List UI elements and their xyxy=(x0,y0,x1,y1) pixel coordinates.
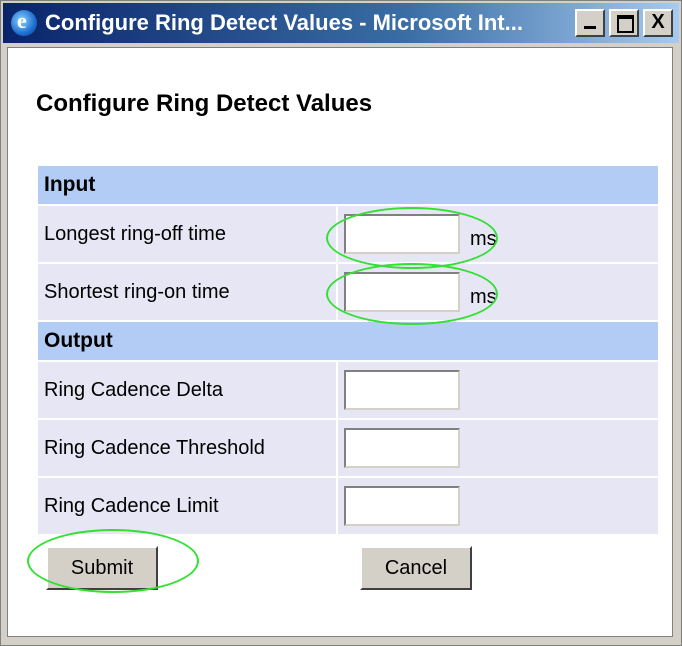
window-controls: X xyxy=(575,9,673,37)
form-row-ring-cadence-threshold: Ring Cadence Threshold xyxy=(38,420,658,478)
close-button[interactable]: X xyxy=(643,9,673,37)
ring-cadence-threshold-input[interactable] xyxy=(344,428,460,468)
cancel-button[interactable]: Cancel xyxy=(360,546,472,590)
ring-detect-form: Input Longest ring-off time ms Shortest … xyxy=(38,166,658,600)
shortest-ring-on-input[interactable] xyxy=(344,272,460,312)
input-section-header: Input xyxy=(38,166,658,206)
page-title: Configure Ring Detect Values xyxy=(36,90,373,117)
shortest-ring-on-cell: ms xyxy=(338,264,658,320)
ring-cadence-limit-input[interactable] xyxy=(344,486,460,526)
ring-cadence-delta-cell xyxy=(338,362,658,418)
form-actions: Submit Cancel xyxy=(38,536,658,600)
longest-ring-off-label: Longest ring-off time xyxy=(38,206,338,262)
output-section-header: Output xyxy=(38,322,658,362)
form-row-longest-ring-off: Longest ring-off time ms xyxy=(38,206,658,264)
form-row-shortest-ring-on: Shortest ring-on time ms xyxy=(38,264,658,322)
ring-cadence-delta-label: Ring Cadence Delta xyxy=(38,362,338,418)
submit-button[interactable]: Submit xyxy=(46,546,158,590)
title-bar[interactable]: Configure Ring Detect Values - Microsoft… xyxy=(3,3,679,43)
longest-ring-off-input[interactable] xyxy=(344,214,460,254)
window-title: Configure Ring Detect Values - Microsoft… xyxy=(45,10,523,35)
ring-cadence-limit-cell xyxy=(338,478,658,534)
minimize-button[interactable] xyxy=(575,9,605,37)
longest-ring-off-cell: ms xyxy=(338,206,658,262)
ring-cadence-delta-input[interactable] xyxy=(344,370,460,410)
browser-window: Configure Ring Detect Values - Microsoft… xyxy=(0,0,682,646)
longest-ring-off-unit: ms xyxy=(470,227,497,250)
ring-cadence-threshold-cell xyxy=(338,420,658,476)
form-row-ring-cadence-delta: Ring Cadence Delta xyxy=(38,362,658,420)
ring-cadence-threshold-label: Ring Cadence Threshold xyxy=(38,420,338,476)
shortest-ring-on-label: Shortest ring-on time xyxy=(38,264,338,320)
form-row-ring-cadence-limit: Ring Cadence Limit xyxy=(38,478,658,536)
maximize-button[interactable] xyxy=(609,9,639,37)
internet-explorer-icon xyxy=(11,8,37,36)
shortest-ring-on-unit: ms xyxy=(470,285,497,308)
ring-cadence-limit-label: Ring Cadence Limit xyxy=(38,478,338,534)
page-content: Configure Ring Detect Values Input Longe… xyxy=(7,47,673,637)
